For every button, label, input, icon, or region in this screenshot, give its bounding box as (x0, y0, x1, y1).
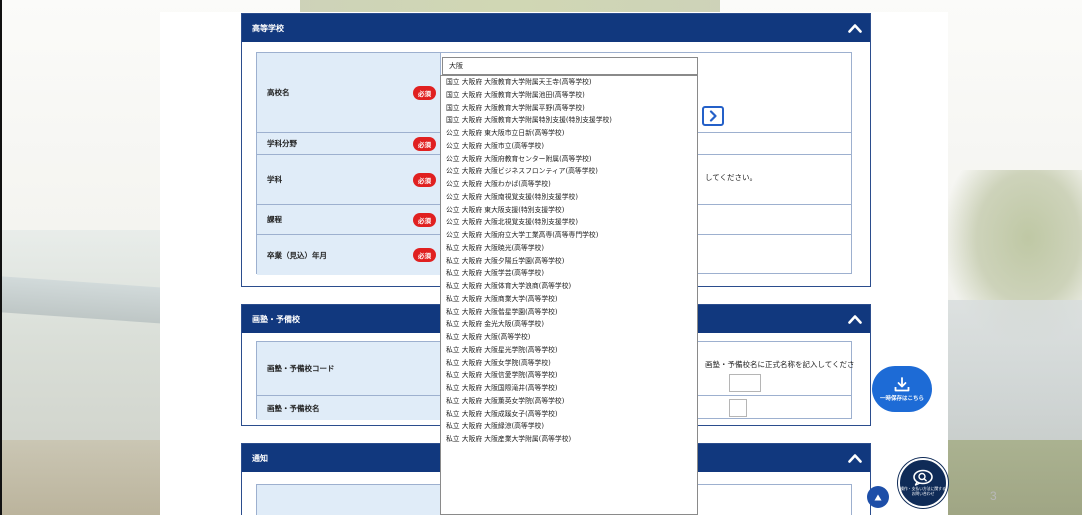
label-department: 学科 必須 (257, 155, 441, 204)
autocomplete-option[interactable]: 国立 大阪府 大阪教育大学附属平野(高等学校) (441, 102, 697, 115)
chevron-up-icon[interactable] (840, 14, 870, 42)
required-badge: 必須 (413, 248, 436, 262)
autocomplete-option[interactable]: 公立 大阪府 大阪市立(高等学校) (441, 140, 697, 153)
section-title: 通知 (252, 453, 268, 463)
cram-code-note: 画塾・予備校名に正式名称を記入してくださ (705, 360, 855, 369)
label-school-name: 高校名 必須 (257, 53, 441, 132)
download-icon (894, 376, 910, 391)
school-search-input[interactable]: 大阪 (442, 57, 698, 75)
autocomplete-option[interactable]: 私立 大阪府 大阪(高等学校) (441, 331, 697, 344)
autocomplete-option[interactable]: 私立 大阪府 大阪成蹊女子(高等学校) (441, 408, 697, 421)
autocomplete-option[interactable]: 公立 大阪府 大阪北視覚支援(特別支援学校) (441, 216, 697, 229)
temporary-save-button[interactable]: 一時保存はこちら (872, 366, 932, 412)
autocomplete-option[interactable]: 私立 大阪府 大阪国際滝井(高等学校) (441, 382, 697, 395)
autocomplete-option[interactable]: 国立 大阪府 大阪教育大学附属天王寺(高等学校) (441, 76, 697, 89)
chevron-up-icon[interactable] (840, 305, 870, 333)
autocomplete-option[interactable]: 国立 大阪府 大阪教育大学附属池田(高等学校) (441, 89, 697, 102)
school-autocomplete-list: 国立 大阪府 大阪教育大学附属天王寺(高等学校) 国立 大阪府 大阪教育大学附属池… (440, 75, 698, 515)
section-header-high-school[interactable]: 高等学校 (242, 14, 870, 42)
page-number: 3 (990, 489, 997, 503)
autocomplete-option[interactable]: 私立 大阪府 大阪女学院(高等学校) (441, 357, 697, 370)
autocomplete-option[interactable]: 私立 大阪府 大阪商業大学(高等学校) (441, 293, 697, 306)
autocomplete-option[interactable]: 私立 大阪府 大阪産業大学附属(高等学校) (441, 433, 697, 446)
autocomplete-option[interactable]: 私立 大阪府 大阪信愛学院(高等学校) (441, 369, 697, 382)
label-cram-code: 画塾・予備校コード (257, 342, 441, 395)
cram-code-input[interactable] (729, 374, 761, 392)
required-badge: 必須 (413, 212, 436, 227)
autocomplete-option[interactable]: 公立 大阪府 大阪ビジネスフロンティア(高等学校) (441, 165, 697, 178)
label-field: 学科分野 必須 (257, 133, 441, 154)
autocomplete-option[interactable]: 私立 大阪府 大阪偕星学園(高等学校) (441, 306, 697, 319)
window-edge (0, 0, 2, 515)
chat-bubbles-icon (913, 470, 933, 487)
autocomplete-option[interactable]: 公立 大阪府 大阪南視覚支援(特別支援学校) (441, 191, 697, 204)
autocomplete-option[interactable]: 私立 大阪府 大阪体育大学浪商(高等学校) (441, 280, 697, 293)
chat-support-button[interactable]: 操作・支払い方法に関するお問い合わせ (898, 458, 948, 508)
autocomplete-option[interactable]: 私立 大阪府 大阪暁光(高等学校) (441, 242, 697, 255)
autocomplete-option[interactable]: 私立 大阪府 大阪星光学院(高等学校) (441, 344, 697, 357)
triangle-up-icon (874, 494, 882, 500)
section-title: 画塾・予備校 (252, 314, 300, 324)
section-title: 高等学校 (252, 23, 284, 33)
autocomplete-option[interactable]: 公立 大阪府 大阪わかば(高等学校) (441, 178, 697, 191)
cram-name-input[interactable] (729, 399, 747, 417)
autocomplete-option[interactable]: 私立 大阪府 大阪夕陽丘学園(高等学校) (441, 255, 697, 268)
label-course: 課程 必須 (257, 205, 441, 234)
required-badge: 必須 (413, 172, 436, 187)
autocomplete-option[interactable]: 私立 大阪府 大阪薫英女学院(高等学校) (441, 395, 697, 408)
autocomplete-option[interactable]: 国立 大阪府 大阪教育大学附属特別支援(特別支援学校) (441, 114, 697, 127)
autocomplete-option[interactable]: 公立 大阪府 大阪府立大学工業高専(高等専門学校) (441, 229, 697, 242)
autocomplete-option[interactable]: 公立 大阪府 大阪府教育センター附属(高等学校) (441, 153, 697, 166)
label-cram-name: 画塾・予備校名 (257, 396, 441, 420)
autocomplete-option[interactable]: 公立 大阪府 東大阪支援(特別支援学校) (441, 204, 697, 217)
scroll-top-button[interactable] (867, 486, 889, 508)
autocomplete-option[interactable]: 公立 大阪府 東大阪市立日新(高等学校) (441, 127, 697, 140)
label-graduation: 卒業（見込）年月 必須 (257, 235, 441, 275)
autocomplete-option[interactable]: 私立 大阪府 大阪緑涼(高等学校) (441, 420, 697, 433)
chevron-up-icon[interactable] (840, 444, 870, 472)
required-badge: 必須 (413, 85, 436, 100)
department-note: してください。 (705, 173, 758, 182)
autocomplete-option[interactable]: 私立 大阪府 大阪学芸(高等学校) (441, 267, 697, 280)
required-badge: 必須 (413, 136, 436, 151)
autocomplete-option[interactable]: 私立 大阪府 金光大阪(高等学校) (441, 318, 697, 331)
search-next-button[interactable] (702, 106, 724, 126)
